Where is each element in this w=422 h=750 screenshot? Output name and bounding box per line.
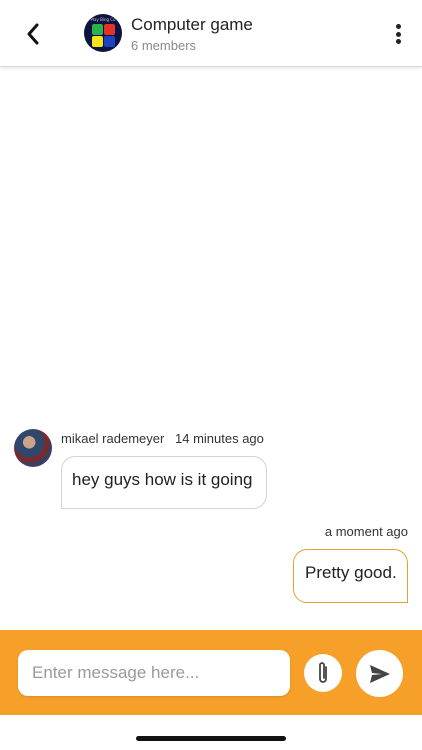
group-avatar[interactable]: Play Bing Co: [84, 14, 122, 52]
more-vertical-icon: [395, 24, 401, 29]
message-sender-name: mikael rademeyer: [61, 431, 165, 446]
sender-avatar[interactable]: [14, 429, 52, 467]
group-title[interactable]: Computer game: [131, 15, 253, 35]
incoming-message-bubble[interactable]: hey guys how is it going: [61, 456, 267, 509]
paperclip-icon: [319, 662, 327, 683]
message-input[interactable]: [18, 650, 290, 696]
outgoing-message-bubble[interactable]: Pretty good.: [293, 549, 408, 603]
send-icon: [369, 664, 390, 683]
message-composer: [0, 630, 422, 715]
avatar-yellow-square: [92, 36, 103, 47]
group-member-count: 6 members: [131, 38, 197, 53]
back-button[interactable]: [20, 20, 46, 48]
more-vertical-icon-dot: [395, 31, 401, 37]
attach-button[interactable]: [304, 654, 342, 692]
message-timestamp: 14 minutes ago: [175, 431, 264, 446]
more-options-button[interactable]: [388, 22, 408, 46]
chevron-left-icon: [27, 23, 39, 45]
more-vertical-icon-dot: [395, 39, 401, 44]
avatar-red-square: [104, 24, 115, 35]
home-indicator[interactable]: [136, 736, 286, 741]
chat-header: Play Bing Co Computer game 6 members: [0, 0, 422, 67]
send-button[interactable]: [356, 650, 403, 697]
message-timestamp: a moment ago: [324, 524, 408, 539]
avatar-blue-square: [104, 36, 115, 47]
avatar-green-square: [92, 24, 103, 35]
avatar-caption: Play Bing Co: [90, 17, 116, 22]
home-indicator-area: [0, 715, 422, 750]
